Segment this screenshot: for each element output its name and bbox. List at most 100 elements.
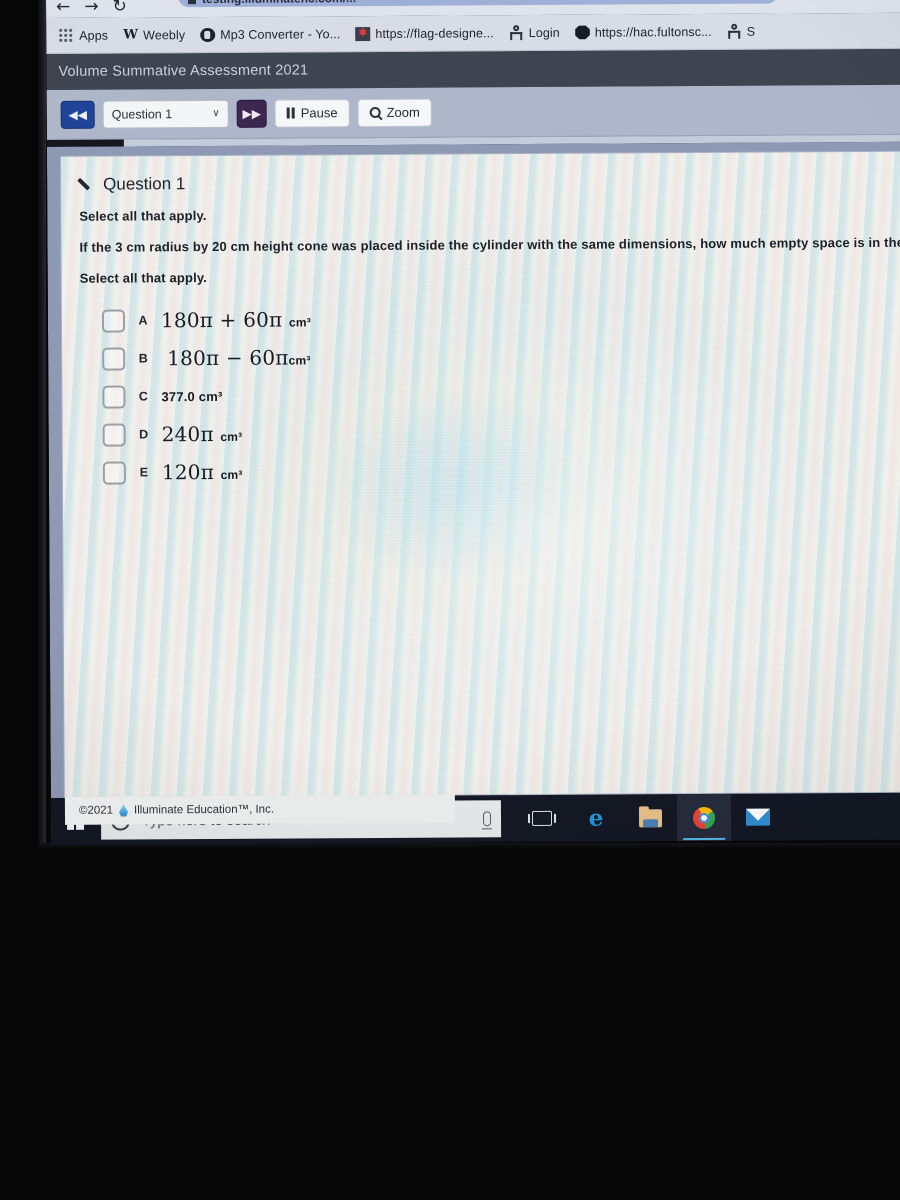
choice-letter: B [138,351,148,366]
footer-copyright: ©2021 [78,804,114,817]
bookmark-hac-fultonschools[interactable]: https://hac.fultonsc... [572,22,715,41]
question-heading-text: Question 1 [103,174,186,194]
pause-button[interactable]: Pause [274,98,350,128]
pause-label: Pause [300,105,338,121]
next-question-button[interactable]: ▶▶ [236,99,267,128]
flag-icon: ✱ [355,26,371,41]
choice-unit: cm³ [288,315,311,330]
choice-text-e: 120π cm³ [162,460,243,484]
assessment-toolbar: ◀◀ Question 1 ∨ ▶▶ Pause Zoom [46,84,900,140]
choice-value: 180π + 60π [160,307,283,333]
bookmark-label: Apps [79,28,109,43]
checkbox-a[interactable] [101,309,126,333]
monitor-screen: testing.illuminatehc.com/... ← → ↻ Apps … [46,0,900,845]
taskbar-chrome[interactable] [676,793,732,842]
back-icon[interactable]: ← [56,0,70,16]
person-icon [727,24,742,39]
choice-value: 240π [161,421,214,447]
bookmark-label: Mp3 Converter - Yo... [220,26,341,42]
previous-question-button[interactable]: ◀◀ [60,100,95,129]
pause-icon [286,107,295,119]
microphone-icon[interactable] [482,811,492,827]
site-lock-icon [187,0,197,5]
bookmark-login[interactable]: Login [506,23,563,42]
answer-choice-b[interactable]: B 180π − 60πcm³ [80,335,900,378]
question-prompt: If the 3 cm radius by 20 cm height cone … [79,234,900,255]
bookmark-flag-designer[interactable]: ✱ https://flag-designe... [352,24,496,43]
choice-value: 120π [161,459,215,485]
bookmark-apps[interactable]: Apps [56,26,111,44]
bookmark-s[interactable]: S [724,22,759,41]
bookmark-label: https://flag-designe... [375,25,494,41]
choice-unit: cm³ [198,388,223,404]
choice-letter: A [138,313,148,328]
choice-value: 180π − 60π [167,345,289,371]
choice-value: 377.0 [161,388,196,404]
person-icon [509,25,524,40]
bookmark-label: Login [528,25,560,40]
address-bar-url: testing.illuminatehc.com/... [202,0,356,6]
search-icon [369,106,381,119]
zoom-button[interactable]: Zoom [357,98,432,127]
answer-choice-a[interactable]: A 180π + 60π cm³ [80,297,900,340]
forward-icon[interactable]: → [84,0,98,16]
choice-text-d: 240π cm³ [162,422,243,446]
answer-choice-c[interactable]: C 377.0 cm³ [80,373,900,416]
taskbar-mail[interactable] [731,794,785,841]
monitor-bezel-left [38,0,46,848]
choice-unit: cm³ [220,467,243,482]
taskbar-edge[interactable]: e [569,794,623,841]
pencil-icon [79,177,95,193]
bookmark-label: S [746,24,756,39]
answer-choices: A 180π + 60π cm³ B 180π − 60πcm³ C 377.0… [80,297,900,492]
taskbar-task-view[interactable] [515,795,569,842]
assessment-title-text: Volume Summative Assessment 2021 [58,62,309,80]
choice-unit: cm³ [288,353,311,368]
task-view-icon [531,810,553,827]
edge-icon: e [588,804,604,832]
chevron-down-icon: ∨ [212,107,220,119]
footer: ©2021 Illuminate Education™, Inc. [64,794,456,825]
bookmark-label: https://hac.fultonsc... [594,24,712,40]
answer-choice-e[interactable]: E 120π cm³ [81,449,900,492]
checkbox-c[interactable] [102,385,126,409]
question-select-value: Question 1 [111,106,173,122]
instruction-bottom: Select all that apply. [79,270,208,286]
navigation-buttons: ← → ↻ [46,0,127,18]
checkbox-d[interactable] [102,423,126,447]
reload-icon[interactable]: ↻ [112,0,126,16]
octagon-icon [575,25,590,39]
bookmark-weebly[interactable]: W Weebly [120,25,188,44]
zoom-label: Zoom [386,104,420,120]
monitor-photo-frame: testing.illuminatehc.com/... ← → ↻ Apps … [0,0,900,1200]
checkbox-b[interactable] [102,347,126,371]
address-bar[interactable]: testing.illuminatehc.com/... [177,0,779,8]
apps-grid-icon [59,28,74,42]
instruction-top: Select all that apply. [79,208,207,224]
choice-letter: E [139,465,149,480]
choice-letter: C [138,389,148,404]
folder-icon [638,808,662,827]
question-heading: Question 1 [79,170,900,195]
choice-letter: D [139,427,149,442]
weebly-icon: W [123,27,138,43]
taskbar-file-explorer[interactable] [623,794,677,841]
assessment-body: Question 1 Select all that apply. If the… [46,141,900,837]
previous-question-label: ◀◀ [68,107,87,122]
footer-brand: Illuminate Education™, Inc. [133,803,275,817]
checkbox-e[interactable] [102,461,126,485]
droplet-icon [119,805,128,817]
question-select[interactable]: Question 1 ∨ [102,99,229,129]
question-card: Question 1 Select all that apply. If the… [60,151,900,797]
next-question-label: ▶▶ [242,106,261,121]
bookmark-mp3-converter[interactable]: Mp3 Converter - Yo... [197,25,343,44]
bookmarks-bar: Apps W Weebly Mp3 Converter - Yo... ✱ ht… [46,12,900,54]
choice-text-c: 377.0 cm³ [161,388,222,403]
question-content: Question 1 Select all that apply. If the… [61,152,900,492]
answer-choice-d[interactable]: D 240π cm³ [81,411,900,454]
bookmark-label: Weebly [143,27,186,42]
taskbar-items: e [515,793,785,843]
choice-unit: cm³ [220,429,243,444]
film-reel-icon [200,27,216,42]
assessment-title: Volume Summative Assessment 2021 [46,48,900,90]
